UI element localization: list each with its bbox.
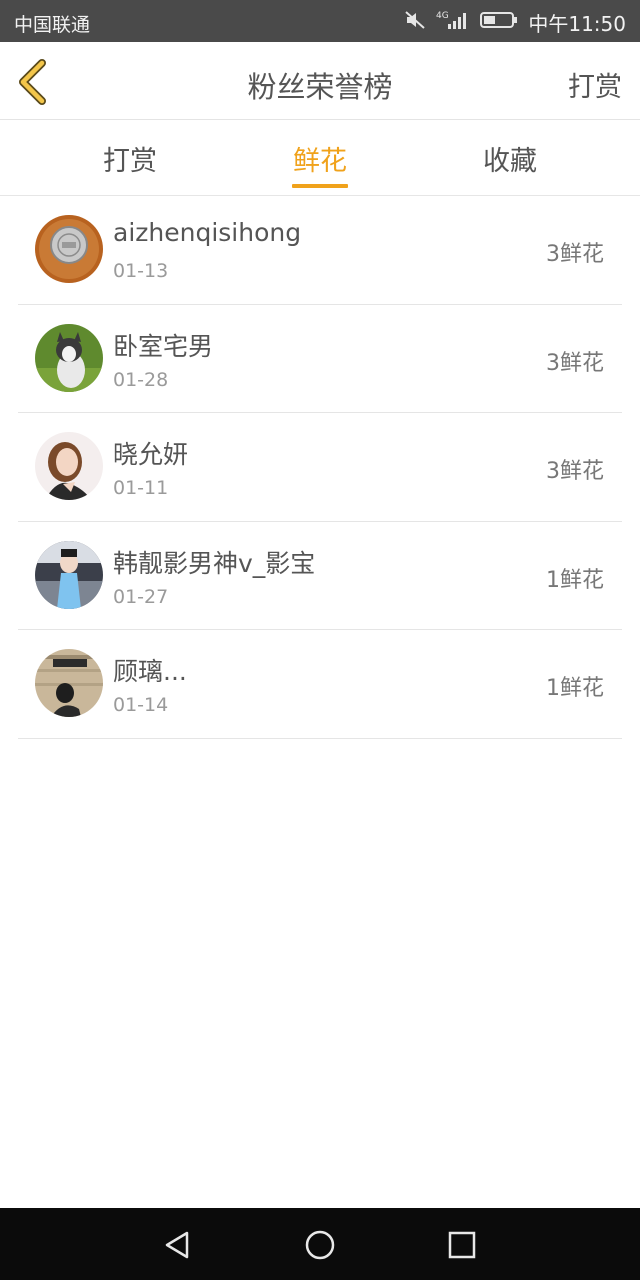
status-icons: 4G 中午11:50 [404,8,626,37]
avatar [35,432,103,500]
clock-label: 中午11:50 [528,12,626,36]
status-bar: 中国联通 4G 中午11:50 [0,0,640,42]
avatar [35,323,103,392]
fan-name: 晓允妍 [113,440,189,469]
fan-name: 顾璃... [113,657,187,686]
nav-back-button[interactable] [161,1228,195,1262]
fan-date: 01-27 [113,585,169,608]
signal-icon: 4G [436,9,470,36]
fan-date: 01-13 [113,260,169,282]
flower-count: 1鲜花 [546,676,604,701]
avatar [35,215,103,283]
flower-count: 3鲜花 [546,459,604,484]
avatar [35,540,103,609]
battery-icon [480,10,518,35]
active-tab-indicator [292,184,348,188]
page-title: 粉丝荣誉榜 [247,70,393,104]
home-circle-icon [305,1230,335,1260]
fan-name: 韩靓影男神v_影宝 [113,548,316,578]
list-item[interactable]: 韩靓影男神v_影宝 01-27 1鲜花 [18,522,622,630]
reward-button[interactable]: 打赏 [568,65,622,104]
nav-home-button[interactable] [303,1228,337,1262]
flower-count: 1鲜花 [546,567,604,593]
tab-bar: 打赏 鲜花 收藏 [0,121,640,196]
fan-date: 01-28 [113,368,169,391]
tab-reward[interactable]: 打赏 [70,139,190,178]
recent-square-icon [448,1231,476,1259]
system-nav-bar [0,1208,640,1280]
list-item[interactable]: aizhenqisihong 01-13 3鲜花 [18,196,622,305]
nav-recent-button[interactable] [445,1228,479,1262]
flower-count: 3鲜花 [546,350,604,376]
list-item[interactable]: 顾璃... 01-14 1鲜花 [18,630,622,739]
fan-date: 01-14 [113,694,169,716]
fan-date: 01-11 [113,477,169,499]
list-item[interactable]: 卧室宅男 01-28 3鲜花 [18,305,622,413]
carrier-label: 中国联通 [14,14,91,36]
fan-name: aizhenqisihong [113,218,302,247]
fan-list: aizhenqisihong 01-13 3鲜花 卧室宅男 01-28 3鲜花 [18,196,622,739]
mute-icon [404,9,426,36]
list-item[interactable]: 晓允妍 01-11 3鲜花 [18,413,622,522]
flower-count: 3鲜花 [546,242,604,267]
network-type-label: 4G [436,11,449,21]
avatar [35,649,103,717]
tab-flowers[interactable]: 鲜花 [260,139,380,178]
tab-favorites[interactable]: 收藏 [450,139,570,178]
back-triangle-icon [165,1231,189,1259]
header-bar: 粉丝荣誉榜 打赏 [0,42,640,120]
fan-name: 卧室宅男 [113,331,214,361]
